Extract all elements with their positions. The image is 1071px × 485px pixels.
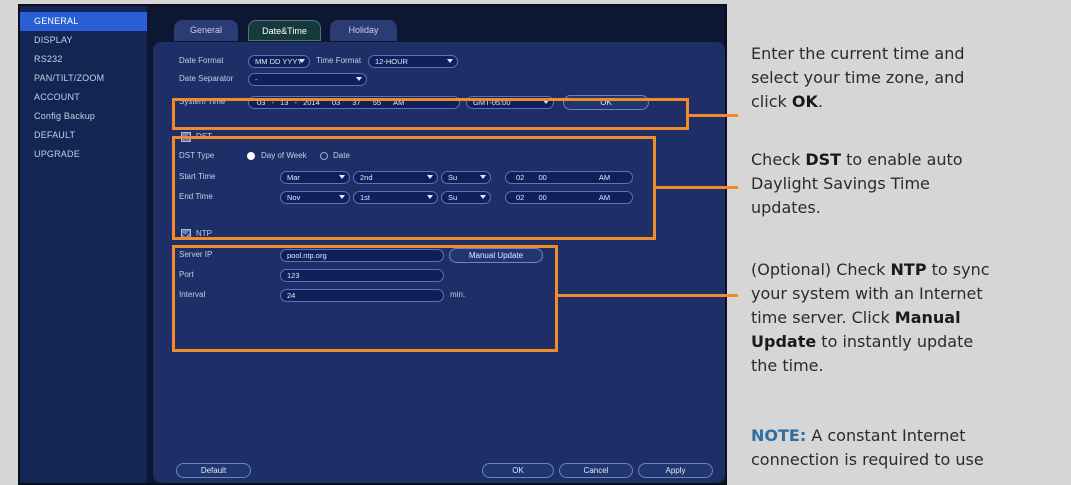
sidebar-item-rs232[interactable]: RS232 [20, 50, 147, 69]
cancel-button[interactable]: Cancel [559, 463, 633, 478]
sidebar-item-config-backup[interactable]: Config Backup [20, 107, 147, 126]
sidebar-item-account[interactable]: ACCOUNT [20, 88, 147, 107]
date-separator-label: Date Separator [179, 74, 234, 83]
note-line: Update to instantly update [751, 330, 1067, 354]
note-dst: Check DST to enable auto Daylight Saving… [751, 148, 1067, 220]
time-format-label: Time Format [316, 56, 362, 65]
apply-button[interactable]: Apply [638, 463, 713, 478]
note-line: select your time zone, and [751, 68, 965, 87]
date-format-value: MM DD YYYY [255, 57, 303, 66]
note-system-time: Enter the current time and select your t… [751, 42, 1067, 114]
note-text: time server. Click [751, 308, 895, 327]
note-text: click [751, 92, 792, 111]
settings-sidebar: GENERAL DISPLAY RS232 PAN/TILT/ZOOM ACCO… [20, 6, 147, 483]
date-separator-select[interactable]: - [248, 73, 367, 86]
date-format-label: Date Format [179, 56, 224, 65]
note-line: (Optional) Check NTP to sync [751, 258, 1067, 282]
note-text: Check [751, 150, 806, 169]
ok-button[interactable]: OK [482, 463, 554, 478]
note-bold: Manual [894, 308, 961, 327]
note-bold: NTP [890, 260, 927, 279]
note-line: connection is required to use [751, 450, 984, 469]
tab-date-time[interactable]: Date&Time [248, 20, 321, 41]
date-separator-value: - [255, 75, 258, 84]
date-format-select[interactable]: MM DD YYYY [248, 55, 310, 68]
sidebar-item-display[interactable]: DISPLAY [20, 31, 147, 50]
note-bold: Update [751, 332, 817, 351]
tab-general[interactable]: General [174, 20, 238, 41]
sidebar-item-ptz[interactable]: PAN/TILT/ZOOM [20, 69, 147, 88]
note-line: Daylight Savings Time [751, 174, 930, 193]
ntp-connector [557, 294, 738, 297]
note-title: NOTE: [751, 426, 807, 445]
sidebar-item-general[interactable]: GENERAL [20, 12, 147, 31]
time-format-value: 12-HOUR [375, 57, 408, 66]
note-line: updates. [751, 198, 821, 217]
note-line: click OK. [751, 90, 1067, 114]
note-text: to instantly update [816, 332, 974, 351]
dst-highlight [172, 136, 656, 240]
dst-connector [655, 186, 738, 189]
note-text: to enable auto [841, 150, 963, 169]
note-line: time server. Click Manual [751, 306, 1067, 330]
chevron-down-icon [356, 77, 362, 81]
note-line: NOTE: A constant Internet [751, 424, 1067, 448]
time-format-select[interactable]: 12-HOUR [368, 55, 458, 68]
chevron-down-icon [447, 59, 453, 63]
note-bold: DST [805, 150, 842, 169]
note-ntp: (Optional) Check NTP to sync your system… [751, 258, 1067, 378]
note-line: Check DST to enable auto [751, 148, 1067, 172]
note-bold: OK [791, 92, 818, 111]
sidebar-item-default[interactable]: DEFAULT [20, 126, 147, 145]
note-line: Enter the current time and [751, 44, 965, 63]
note-text: . [817, 92, 823, 111]
sidebar-item-upgrade[interactable]: UPGRADE [20, 145, 147, 164]
tab-holiday[interactable]: Holiday [330, 20, 397, 41]
ntp-highlight [172, 245, 558, 352]
note-text: to sync [926, 260, 990, 279]
note-internet: NOTE: A constant Internet connection is … [751, 424, 1067, 472]
note-line: the time. [751, 356, 824, 375]
note-text: (Optional) Check [751, 260, 891, 279]
chevron-down-icon [299, 59, 305, 63]
note-line: your system with an Internet [751, 284, 983, 303]
note-text: A constant Internet [806, 426, 966, 445]
system-time-connector [688, 114, 738, 117]
system-time-highlight [172, 98, 689, 130]
default-button[interactable]: Default [176, 463, 251, 478]
tab-bar: General Date&Time Holiday [147, 6, 725, 43]
